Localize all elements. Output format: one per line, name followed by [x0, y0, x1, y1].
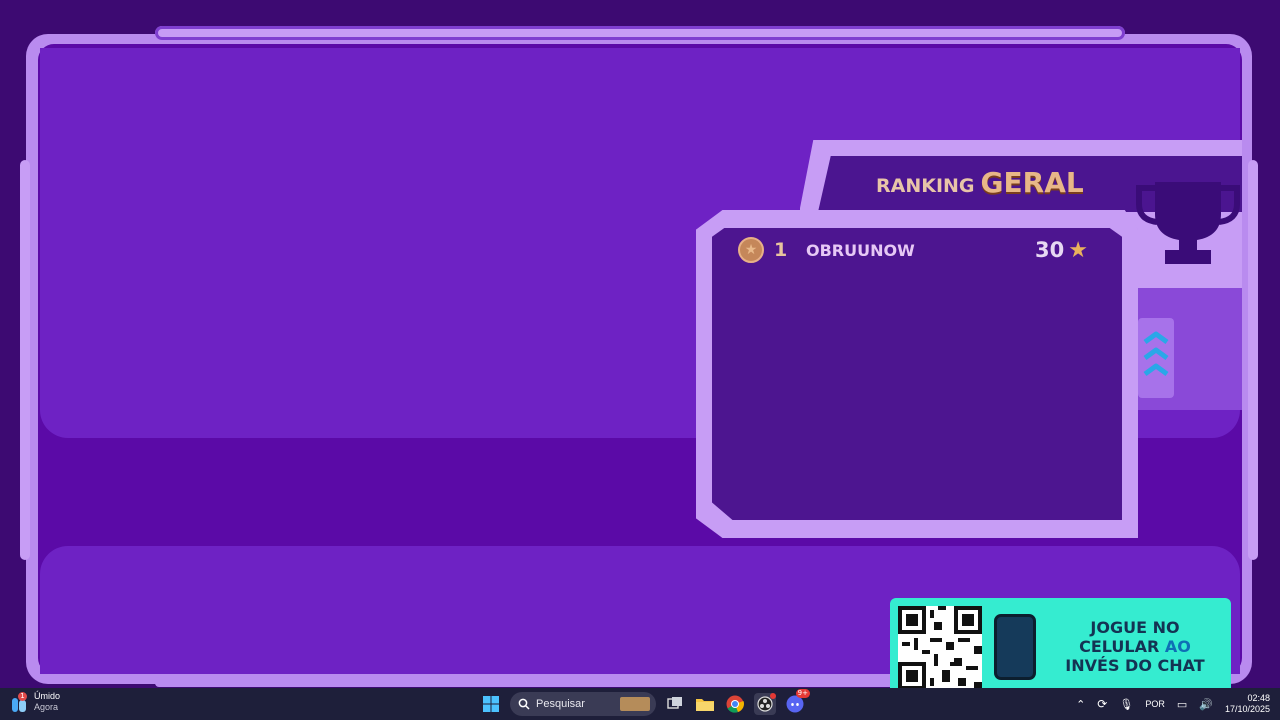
search-icon [518, 698, 530, 710]
ranking-position: 1 [774, 239, 788, 261]
chevron-up-icon [1143, 331, 1169, 377]
star-icon: ★ [1068, 237, 1088, 263]
ranking-title: RANKING GERAL [876, 166, 1084, 202]
phone-icon [994, 614, 1036, 680]
discord-icon[interactable]: 9+ [784, 689, 810, 715]
discord-badge: 9+ [795, 689, 810, 698]
volume-icon[interactable]: 🔊 [1199, 698, 1213, 711]
weather-icon: 1 [10, 692, 28, 712]
player-score: 30 [1035, 238, 1065, 262]
language-indicator[interactable]: POR [1145, 699, 1165, 709]
right-rail [1248, 160, 1258, 560]
system-tray: ⌃ ⟳ 🎙 POR ▭ 🔊 02:48 17/10/2025 [1076, 690, 1270, 718]
taskbar-apps: Pesquisar 9+ [480, 689, 810, 717]
chrome-icon[interactable] [724, 693, 746, 715]
weather-badge: 1 [18, 692, 27, 701]
player-name: OBRUUNOW [806, 240, 915, 260]
scroll-up-arrows[interactable] [1138, 318, 1174, 398]
obs-icon[interactable] [754, 693, 776, 715]
chevron-up-icon[interactable]: ⌃ [1076, 698, 1085, 711]
network-icon[interactable]: ▭ [1177, 698, 1187, 711]
file-explorer-icon[interactable] [694, 693, 716, 715]
clock[interactable]: 02:48 17/10/2025 [1225, 693, 1270, 715]
clock-date: 17/10/2025 [1224, 704, 1270, 714]
ranking-title-word2: GERAL [980, 166, 1084, 199]
microphone-icon[interactable]: 🎙 [1119, 698, 1133, 711]
left-rail [20, 160, 30, 560]
promo-line1: JOGUE NO [1090, 618, 1180, 637]
search-highlight-icon [620, 697, 650, 711]
promo-text: JOGUE NO CELULAR AO INVÉS DO CHAT [1040, 618, 1230, 675]
ranking-row: ★ 1 OBRUUNOW 30 ★ [738, 236, 1088, 264]
sync-icon[interactable]: ⟳ [1097, 697, 1107, 711]
search-input[interactable]: Pesquisar [510, 692, 656, 716]
ranking-title-word1: RANKING [876, 175, 975, 197]
qr-code[interactable] [898, 606, 982, 690]
weather-label: Úmido [34, 691, 61, 701]
task-view-icon[interactable] [664, 693, 686, 715]
weather-sub: Agora [34, 702, 59, 712]
weather-widget[interactable]: 1 Úmido Agora [10, 691, 60, 713]
medal-icon: ★ [738, 237, 764, 263]
search-placeholder: Pesquisar [536, 698, 585, 710]
clock-time: 02:48 [1247, 693, 1270, 703]
ranking-list [712, 228, 1122, 520]
promo-line2a: CELULAR [1079, 637, 1160, 656]
windows-start-icon[interactable] [480, 693, 502, 715]
top-rail [155, 26, 1125, 40]
promo-line2b: AO [1164, 637, 1191, 656]
promo-line3: INVÉS DO CHAT [1065, 656, 1205, 675]
trophy-icon [1136, 182, 1240, 264]
